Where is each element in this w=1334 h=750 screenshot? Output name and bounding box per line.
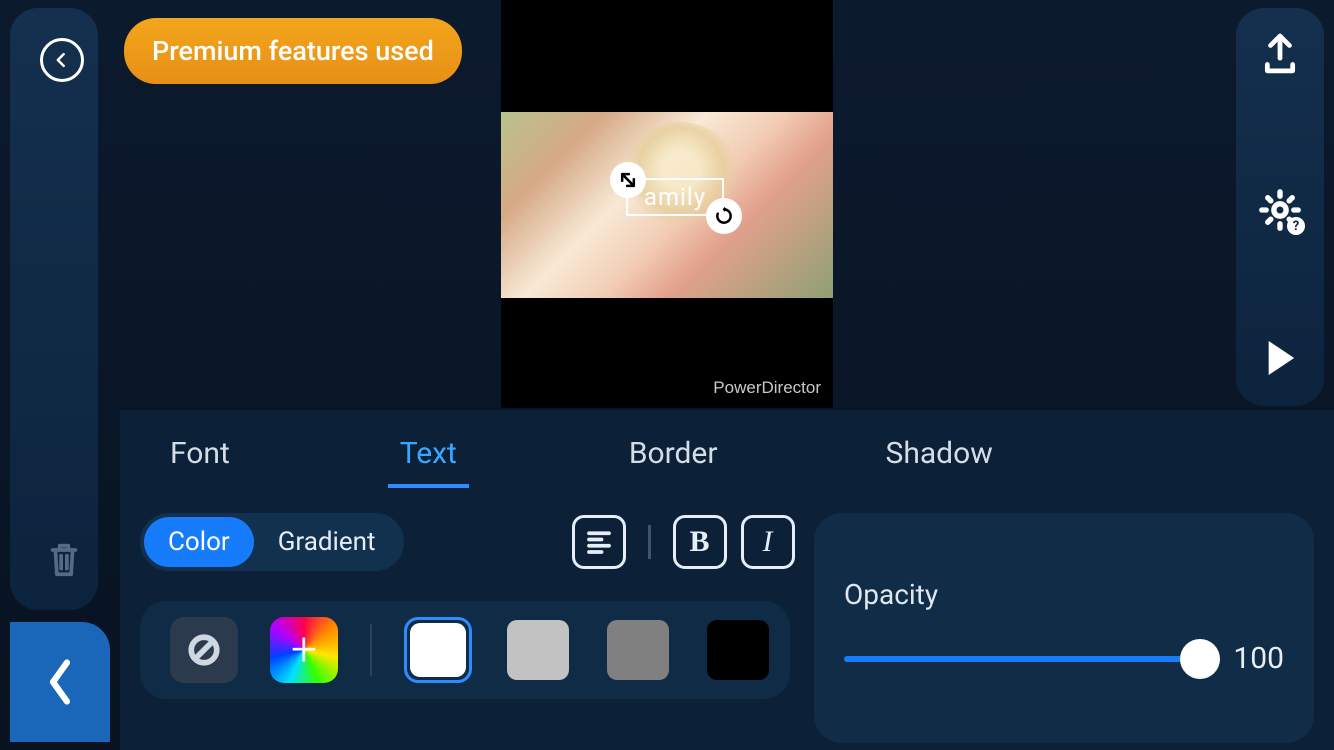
swatch-chip <box>507 620 569 680</box>
tab-bar: Font Text Border Shadow <box>120 410 1334 485</box>
play-button[interactable] <box>1263 338 1297 382</box>
no-color-icon <box>187 633 221 667</box>
text-edit-panel: Font Text Border Shadow Color Gradient <box>120 410 1334 750</box>
tab-text[interactable]: Text <box>380 422 477 485</box>
italic-button[interactable]: I <box>741 515 795 569</box>
resize-handle[interactable] <box>610 162 646 198</box>
export-icon <box>1261 32 1299 78</box>
no-color-swatch[interactable] <box>170 617 238 683</box>
color-swatch-0[interactable] <box>404 617 472 683</box>
divider <box>648 525 651 559</box>
resize-handle-icon <box>618 170 638 190</box>
right-sidebar: ? <box>1236 8 1324 406</box>
fill-mode-color[interactable]: Color <box>144 517 254 567</box>
back-icon <box>52 50 72 70</box>
color-swatch-row[interactable] <box>140 601 790 699</box>
text-style-group: B I <box>572 515 795 569</box>
delete-button[interactable] <box>46 540 82 580</box>
premium-banner[interactable]: Premium features used <box>124 18 462 84</box>
align-left-button[interactable] <box>572 515 626 569</box>
tab-border[interactable]: Border <box>609 422 738 485</box>
settings-button[interactable]: ? <box>1257 187 1303 233</box>
panel-back-button[interactable] <box>10 622 110 742</box>
tab-shadow[interactable]: Shadow <box>866 422 1013 485</box>
chevron-left-icon <box>43 657 77 707</box>
color-swatch-2[interactable] <box>604 617 672 683</box>
color-swatch-1[interactable] <box>504 617 572 683</box>
swatch-chip <box>707 620 769 680</box>
app-root: Premium features used ? amily <box>0 0 1334 750</box>
watermark: PowerDirector <box>713 378 821 398</box>
slider-thumb[interactable] <box>1180 639 1220 679</box>
opacity-slider[interactable] <box>844 639 1200 679</box>
align-left-icon <box>584 527 614 557</box>
swatch-chip <box>607 620 669 680</box>
opacity-label: Opacity <box>844 578 1284 611</box>
undo-back-button[interactable] <box>40 38 84 82</box>
trash-icon <box>46 540 82 580</box>
play-icon <box>1263 338 1297 378</box>
bold-glyph: B <box>690 525 710 559</box>
preview-frame: amily <box>501 112 833 298</box>
color-picker-swatch[interactable] <box>270 617 338 683</box>
video-preview[interactable]: amily PowerDirector <box>501 0 833 408</box>
swatch-divider <box>370 624 372 676</box>
row-fillmode-style: Color Gradient B I <box>140 513 790 571</box>
left-controls: Color Gradient B I <box>140 513 790 699</box>
bold-button[interactable]: B <box>673 515 727 569</box>
slider-track <box>844 656 1200 662</box>
opacity-panel: Opacity 100 <box>814 513 1314 743</box>
rotate-handle-icon <box>714 206 734 226</box>
left-sidebar <box>10 8 98 610</box>
text-overlay-value: amily <box>644 183 706 211</box>
opacity-value: 100 <box>1224 641 1284 676</box>
swatch-chip <box>410 623 466 677</box>
text-overlay-box[interactable]: amily <box>626 178 724 216</box>
controls-row: Color Gradient B I <box>120 485 1334 743</box>
fill-mode-gradient[interactable]: Gradient <box>254 517 400 567</box>
export-button[interactable] <box>1261 32 1299 82</box>
tab-font[interactable]: Font <box>150 422 250 485</box>
fill-mode-segmented: Color Gradient <box>140 513 404 571</box>
premium-banner-label: Premium features used <box>152 35 434 67</box>
help-badge: ? <box>1287 217 1305 235</box>
color-swatch-3[interactable] <box>704 617 772 683</box>
italic-glyph: I <box>763 525 773 559</box>
rotate-handle[interactable] <box>706 198 742 234</box>
opacity-row: 100 <box>844 639 1284 679</box>
